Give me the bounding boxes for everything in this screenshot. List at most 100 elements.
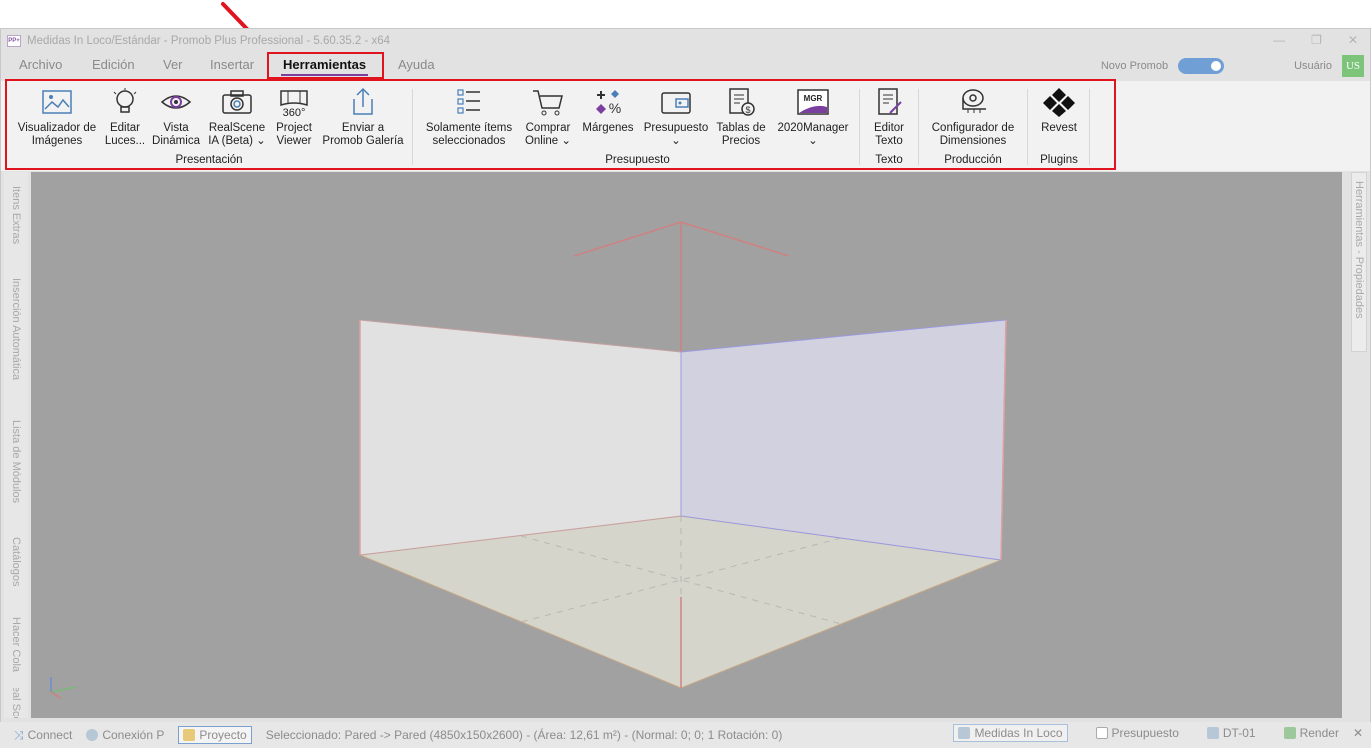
upload-share-icon [346,87,380,117]
status-connect[interactable]: ⤨ Connect [14,728,72,743]
editor-texto-button[interactable]: Editor Texto [865,87,913,148]
text-editor-icon [872,87,906,117]
btn-line2: Imágenes [31,135,83,147]
dock-tab-catalogos[interactable]: Catálogos [4,522,28,602]
user-avatar[interactable]: US [1342,55,1364,77]
btn-line2: Promob Galería [322,135,404,147]
right-dock-label: Herramientas - Propiedades [1353,181,1365,319]
svg-text:%: % [609,100,621,116]
status-dt01[interactable]: DT-01 [1206,726,1256,740]
visualizador-imagenes-button[interactable]: Visualizador de Imágenes [11,87,103,148]
btn-line1: Vista [163,122,189,134]
solamente-items-button[interactable]: Solamente ítems seleccionados [421,87,517,148]
document-icon [958,727,971,739]
btn-line1: Tablas de [716,122,766,134]
status-render[interactable]: Render [1283,726,1339,740]
btn-line2: Dinámica [152,135,200,147]
realscene-ia-button[interactable]: RealScene IA (Beta) ⌄ [207,87,267,148]
btn-line1: Enviar a [341,122,385,134]
minimize-icon[interactable]: — [1273,33,1285,47]
status-presupuesto[interactable]: Presupuesto [1095,726,1179,740]
status-proyecto[interactable]: Proyecto [178,726,252,744]
btn-line1: Project [276,122,312,134]
margins-percent-icon: % [591,87,625,117]
tab-insertar[interactable]: Insertar [210,57,254,72]
group-label-presupuesto: Presupuesto [605,154,670,166]
btn-line2: Dimensiones [939,135,1007,147]
tab-edicion[interactable]: Edición [92,57,135,72]
enviar-galeria-button[interactable]: Enviar a Promob Galería [319,87,407,148]
comprar-online-button[interactable]: Comprar Online ⌄ [522,87,574,148]
render-icon [1283,727,1296,739]
btn-line2: ⌄ [808,135,818,147]
revest-button[interactable]: Revest [1033,87,1085,135]
novo-promob-toggle[interactable] [1178,58,1225,74]
editar-luces-button[interactable]: Editar Luces... [104,87,146,148]
status-medidas-in-loco[interactable]: Medidas In Loco [953,724,1068,742]
btn-line2: Precios [721,135,761,147]
tab-ayuda[interactable]: Ayuda [398,57,435,72]
left-dock-panel: Itens Extras Inserción Automática Lista … [4,172,28,718]
btn-line1: Presupuesto [643,122,709,134]
globe-icon [86,729,99,741]
dock-tab-lista-modulos[interactable]: Lista de Módulos [4,408,28,516]
margenes-button[interactable]: % Márgenes [579,87,637,135]
btn-line1: Visualizador de [17,122,97,134]
status-selection: Seleccionado: Pared -> Pared (4850x150x2… [265,728,783,742]
statusbar-close-icon[interactable]: ✕ [1353,726,1363,740]
btn-line2: Viewer [276,135,312,147]
view-360-icon: 360° [277,87,311,119]
btn-line1: Márgenes [582,122,634,134]
price-table-icon: $ [724,87,758,117]
group-separator [1089,89,1090,165]
dock-tab-hacer-cola[interactable]: Hacer Cola [4,606,28,684]
btn-line1: Editor [873,122,905,134]
eye-icon [159,87,193,117]
checklist-icon [452,87,486,117]
folder-icon [183,729,196,741]
btn-line1: Revest [1041,122,1077,134]
title-bar: PP+ Medidas In Loco/Estándar - Promob Pl… [1,29,1370,53]
dock-tab-insercion-automatica[interactable]: Inserción Automática [4,254,28,404]
window-title: Medidas In Loco/Estándar - Promob Plus P… [27,35,391,47]
group-label-produccion: Producción [944,154,1002,166]
right-dock-panel[interactable]: Herramientas - Propiedades [1351,172,1367,352]
group-label-plugins: Plugins [1040,154,1078,166]
btn-line2: Online ⌄ [524,135,572,147]
3d-viewport[interactable] [31,172,1342,718]
restore-icon[interactable]: ❐ [1311,33,1322,47]
status-bar: ⤨ Connect Conexión P Proyecto Selecciona… [0,722,1371,748]
group-separator [918,89,919,165]
btn-line2: Texto [875,135,903,147]
tape-measure-icon [956,87,990,117]
status-conexion[interactable]: Conexión P [86,728,164,742]
btn-line1: Editar [109,122,141,134]
connect-icon: ⤨ [14,727,24,742]
btn-line1: Configurador de [931,122,1015,134]
dock-tab-itens-extras[interactable]: Itens Extras [4,180,28,250]
image-viewer-icon [40,87,74,117]
2020manager-button[interactable]: MGR 2020Manager ⌄ [772,87,854,148]
room-render [50,221,1007,699]
dock-tab-real-scene[interactable]: Real Scen [4,688,28,718]
btn-line1: Comprar [525,122,571,134]
lightbulb-icon [108,87,142,117]
close-icon[interactable]: ✕ [1348,33,1358,47]
btn-line1: RealScene [208,122,266,134]
tab-herramientas[interactable]: Herramientas [280,57,369,76]
project-viewer-button[interactable]: 360° Project Viewer [272,87,316,148]
view-360-text: 360° [283,107,306,117]
cart-icon [531,87,565,117]
tab-archivo[interactable]: Archivo [19,57,62,72]
btn-line2: Luces... [104,135,146,147]
btn-line1: Solamente ítems [425,122,513,134]
tablas-precios-button[interactable]: $ Tablas de Precios [714,87,768,148]
page-icon [1095,727,1108,739]
tab-ver[interactable]: Ver [163,57,183,72]
presupuesto-button[interactable]: Presupuesto ⌄ [641,87,711,148]
novo-promob-label: Novo Promob [1100,60,1169,72]
configurador-dimensiones-button[interactable]: Configurador de Dimensiones [924,87,1022,148]
mgr-logo-text: MGR [804,94,823,103]
vista-dinamica-button[interactable]: Vista Dinámica [151,87,201,148]
user-label[interactable]: Usuário [1294,60,1332,72]
